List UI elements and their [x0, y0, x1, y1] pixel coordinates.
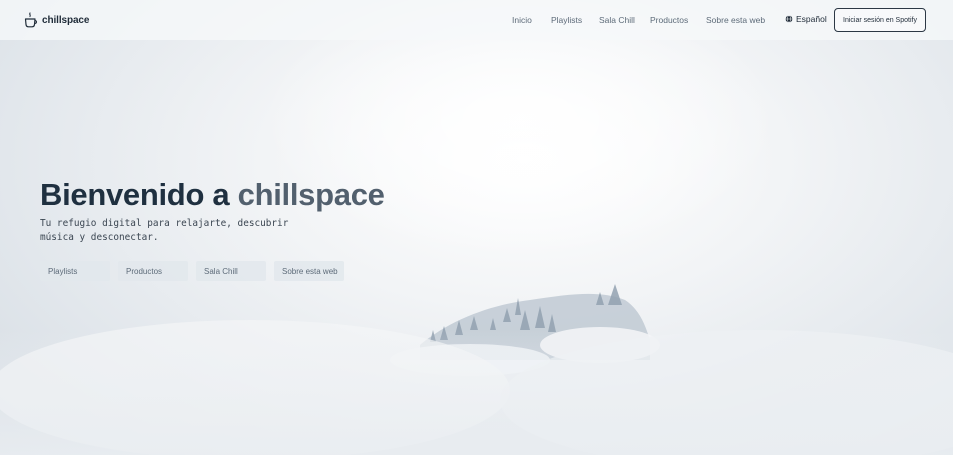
hero-button-playlists[interactable]: Playlists: [40, 261, 110, 281]
hero-button-group: Playlists Productos Sala Chill Sobre est…: [40, 261, 344, 281]
hero-title-accent: chillspace: [237, 177, 385, 212]
hero-button-productos[interactable]: Productos: [118, 261, 188, 281]
language-label: Español: [796, 14, 827, 24]
nav-item-inicio[interactable]: Inicio: [512, 15, 532, 25]
hero-button-sobre-esta-web[interactable]: Sobre esta web: [274, 261, 344, 281]
page: chillspace Inicio Playlists Sala Chill P…: [0, 0, 953, 455]
globe-icon: [785, 15, 793, 23]
top-navbar: chillspace Inicio Playlists Sala Chill P…: [0, 0, 953, 40]
hero-button-sala-chill[interactable]: Sala Chill: [196, 261, 266, 281]
hero-subtitle: Tu refugio digital para relajarte, descu…: [40, 218, 289, 243]
hero-title: Bienvenido a chillspace: [40, 177, 385, 213]
language-selector[interactable]: Español: [785, 14, 827, 24]
spotify-login-button[interactable]: Iniciar sesión en Spotify: [834, 8, 926, 32]
nav-item-sala-chill[interactable]: Sala Chill: [599, 15, 635, 25]
hero-title-prefix: Bienvenido a: [40, 177, 238, 212]
nav-item-playlists[interactable]: Playlists: [551, 15, 582, 25]
nav-item-sobre-esta-web[interactable]: Sobre esta web: [706, 15, 765, 25]
nav-item-productos[interactable]: Productos: [650, 15, 688, 25]
